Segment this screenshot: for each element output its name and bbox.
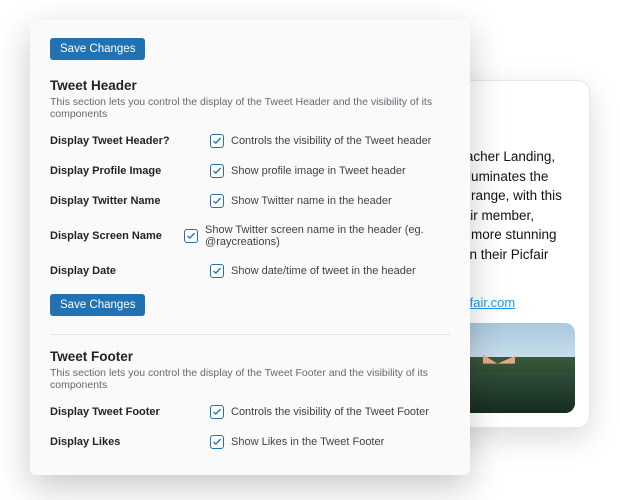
- row-text: Show Likes in the Tweet Footer: [231, 436, 384, 448]
- row-label: Display Likes: [50, 436, 210, 448]
- row-control: Show Twitter screen name in the header (…: [184, 224, 450, 248]
- row-text: Controls the visibility of the Tweet Foo…: [231, 406, 429, 418]
- divider: [50, 334, 450, 335]
- row-label: Display Tweet Footer: [50, 406, 210, 418]
- row-control: Controls the visibility of the Tweet hea…: [210, 134, 431, 148]
- settings-row: Display Twitter Name Show Twitter name in…: [50, 194, 450, 208]
- row-label: Display Twitter Name: [50, 195, 210, 207]
- settings-panel: Save Changes Tweet Header This section l…: [30, 20, 470, 475]
- row-label: Display Profile Image: [50, 165, 210, 177]
- row-text: Show date/time of tweet in the header: [231, 265, 416, 277]
- save-button[interactable]: Save Changes: [50, 294, 145, 316]
- footer-section-desc: This section lets you control the displa…: [50, 367, 450, 391]
- row-control: Show date/time of tweet in the header: [210, 264, 416, 278]
- settings-row: Display Date Show date/time of tweet in t…: [50, 264, 450, 278]
- row-text: Show Twitter name in the header: [231, 195, 392, 207]
- row-text: Show profile image in Tweet header: [231, 165, 406, 177]
- row-label: Display Tweet Header?: [50, 135, 210, 147]
- row-control: Show profile image in Tweet header: [210, 164, 406, 178]
- checkbox[interactable]: [210, 435, 224, 449]
- settings-row: Display Tweet Footer Controls the visibil…: [50, 405, 450, 419]
- checkbox[interactable]: [184, 229, 198, 243]
- header-section-desc: This section lets you control the displa…: [50, 96, 450, 120]
- checkbox[interactable]: [210, 194, 224, 208]
- settings-row: Display Profile Image Show profile image …: [50, 164, 450, 178]
- save-button[interactable]: Save Changes: [50, 38, 145, 60]
- row-text: Controls the visibility of the Tweet hea…: [231, 135, 431, 147]
- settings-row: Display Tweet Header? Controls the visibi…: [50, 134, 450, 148]
- header-section-title: Tweet Header: [50, 78, 450, 93]
- checkbox[interactable]: [210, 405, 224, 419]
- row-control: Show Twitter name in the header: [210, 194, 392, 208]
- settings-row: Display Screen Name Show Twitter screen n…: [50, 224, 450, 248]
- row-control: Show Likes in the Tweet Footer: [210, 435, 384, 449]
- footer-section-title: Tweet Footer: [50, 349, 450, 364]
- checkbox[interactable]: [210, 164, 224, 178]
- row-label: Display Screen Name: [50, 230, 184, 242]
- checkbox[interactable]: [210, 134, 224, 148]
- settings-row: Display Likes Show Likes in the Tweet Foo…: [50, 435, 450, 449]
- row-control: Controls the visibility of the Tweet Foo…: [210, 405, 429, 419]
- row-label: Display Date: [50, 265, 210, 277]
- checkbox[interactable]: [210, 264, 224, 278]
- row-text: Show Twitter screen name in the header (…: [205, 224, 450, 248]
